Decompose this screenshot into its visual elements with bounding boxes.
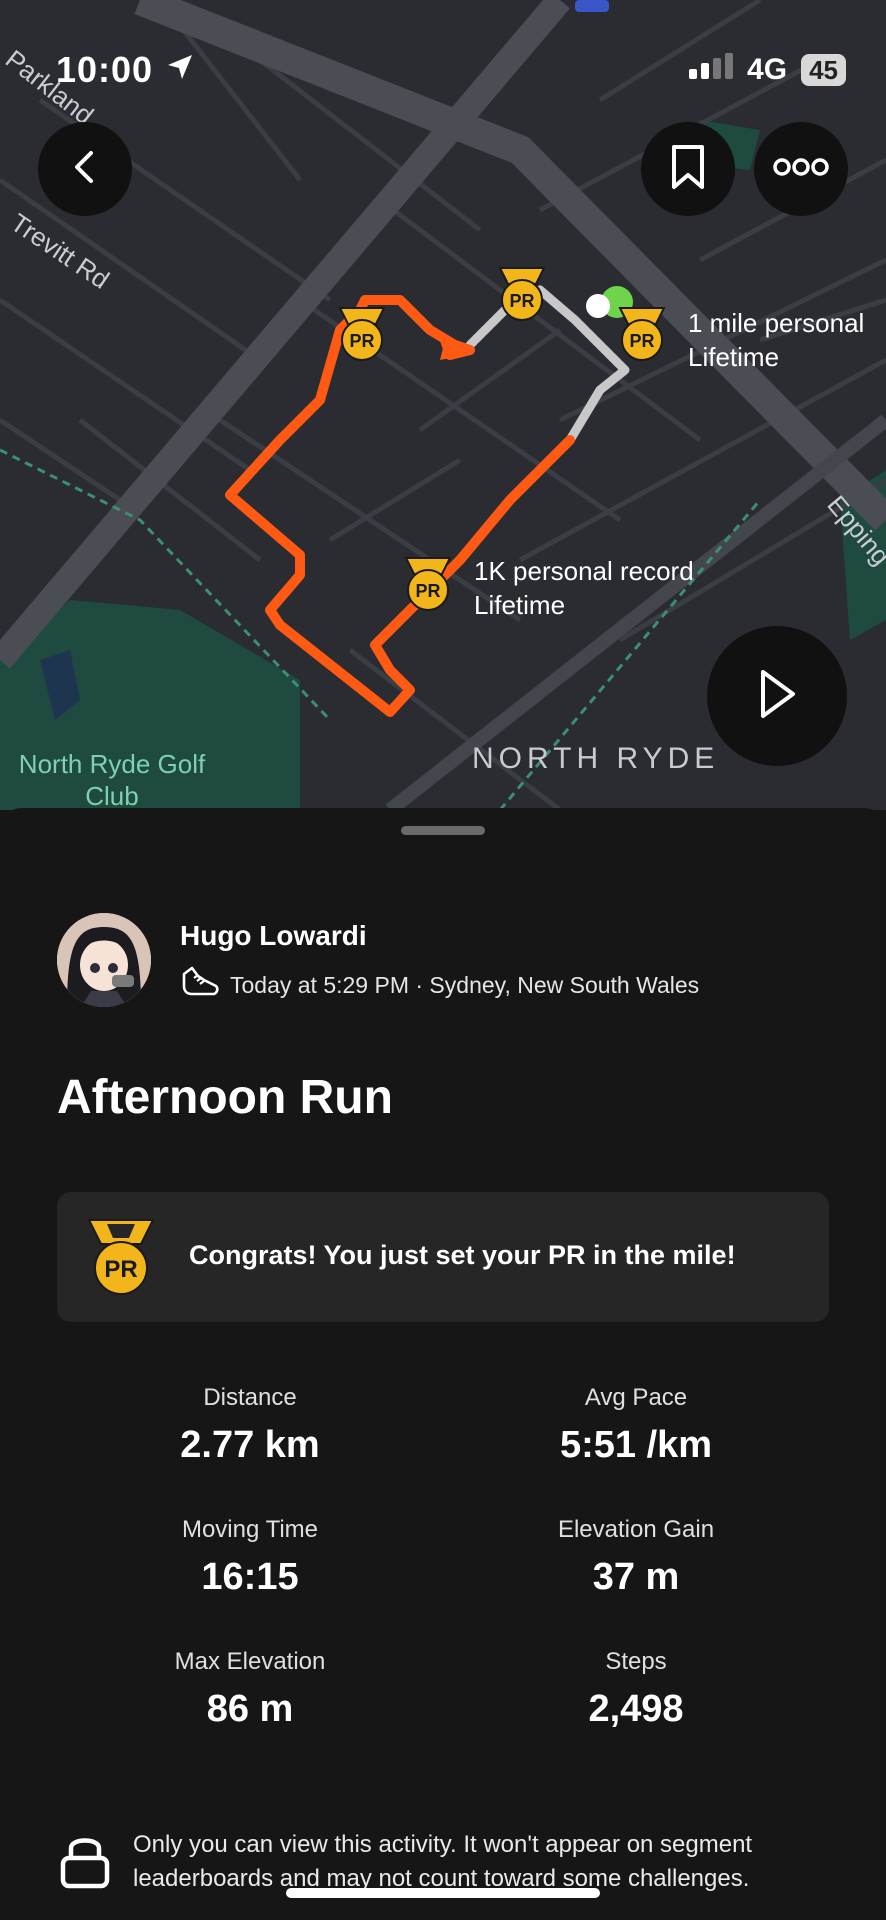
back-button[interactable] — [38, 122, 132, 216]
pr-achievement-card[interactable]: PR Congrats! You just set your PR in the… — [57, 1192, 829, 1322]
battery-icon: 45 — [801, 54, 846, 86]
athlete-name[interactable]: Hugo Lowardi — [180, 920, 367, 952]
location-arrow-icon — [165, 49, 195, 91]
privacy-text: Only you can view this activity. It won'… — [133, 1831, 753, 1892]
play-flyover-button[interactable] — [707, 626, 847, 766]
play-icon — [755, 668, 799, 725]
svg-text:PR: PR — [629, 331, 654, 351]
stat-label: Steps — [605, 1648, 667, 1675]
avatar[interactable] — [57, 913, 151, 1007]
sheet-drag-handle[interactable] — [401, 826, 485, 835]
svg-text:PR: PR — [415, 581, 440, 601]
home-indicator[interactable] — [286, 1888, 600, 1898]
pr-label-mile-sub: Lifetime — [688, 342, 780, 372]
activity-title: Afternoon Run — [57, 1071, 393, 1124]
stat-moving-time: Moving Time 16:15 — [100, 1516, 400, 1599]
route-map[interactable]: Parkland Trevitt Rd Epping North Ryde Go… — [0, 0, 886, 810]
signal-icon — [689, 53, 734, 87]
pr-label-1k-sub: Lifetime — [474, 590, 566, 620]
stat-max-elevation: Max Elevation 86 m — [100, 1648, 400, 1731]
stat-distance: Distance 2.77 km — [100, 1384, 400, 1467]
pr-medal-icon[interactable]: PR — [402, 556, 454, 619]
activity-sheet: Hugo Lowardi Today at 5:29 PM · Sydney, … — [0, 808, 886, 1920]
svg-text:PR: PR — [104, 1256, 137, 1283]
pr-label-mile-title: 1 mile personal — [688, 308, 865, 338]
more-button[interactable] — [754, 122, 848, 216]
stat-value: 86 m — [206, 1688, 294, 1730]
pr-label-mile: 1 mile personal Lifetime — [688, 306, 864, 374]
stat-value: 2.77 km — [180, 1424, 320, 1466]
lock-icon — [57, 1832, 113, 1896]
back-icon — [65, 147, 105, 192]
stat-value: 5:51 /km — [559, 1424, 713, 1466]
status-time: 10:00 — [56, 49, 154, 90]
pr-label-1k-title: 1K personal record — [474, 556, 694, 586]
map-label-suburb: NORTH RYDE — [472, 742, 720, 775]
pr-medal-icon[interactable]: PR — [496, 266, 548, 329]
stat-value: 16:15 — [201, 1556, 299, 1598]
activity-meta-text: Today at 5:29 PM · Sydney, New South Wal… — [230, 971, 700, 998]
stat-elevation-gain: Elevation Gain 37 m — [486, 1516, 786, 1599]
network-label: 4G — [747, 53, 788, 86]
pr-message: Congrats! You just set your PR in the mi… — [189, 1240, 736, 1270]
map-label-golf-club: North Ryde Golf Club — [18, 749, 206, 810]
activity-meta: Today at 5:29 PM · Sydney, New South Wal… — [180, 966, 699, 1004]
stat-value: 2,498 — [588, 1688, 684, 1730]
more-icon — [773, 157, 829, 182]
bookmark-button[interactable] — [641, 122, 735, 216]
bookmark-icon — [668, 144, 708, 195]
status-bar: 10:00 4G 45 — [56, 48, 846, 92]
pr-medal-icon: PR — [85, 1218, 157, 1303]
pr-medal-icon[interactable]: PR — [336, 306, 388, 369]
privacy-notice: Only you can view this activity. It won'… — [57, 1828, 837, 1896]
stat-avg-pace: Avg Pace 5:51 /km — [486, 1384, 786, 1467]
stat-steps: Steps 2,498 — [486, 1648, 786, 1731]
pr-label-1k: 1K personal record Lifetime — [474, 554, 694, 622]
svg-text:PR: PR — [509, 291, 534, 311]
stat-value: 37 m — [592, 1556, 680, 1598]
stat-label: Moving Time — [181, 1516, 319, 1543]
stat-label: Max Elevation — [174, 1648, 326, 1675]
pr-medal-icon[interactable]: PR — [616, 306, 668, 369]
stat-label: Avg Pace — [584, 1384, 688, 1411]
stat-label: Elevation Gain — [557, 1516, 715, 1543]
stat-label: Distance — [203, 1384, 297, 1411]
shoe-icon — [180, 966, 220, 1004]
svg-text:PR: PR — [349, 331, 374, 351]
